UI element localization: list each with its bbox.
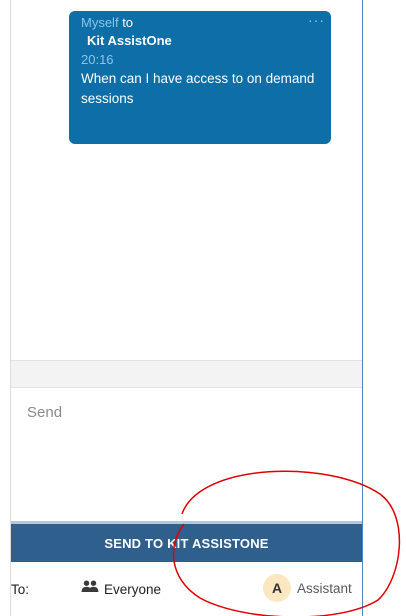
recipient-row: To: Everyone A Assistant (11, 562, 362, 616)
message-bubble[interactable]: Myself to Kit AssistOne 20:16 When can I… (69, 11, 331, 144)
recipient-everyone[interactable]: Everyone (81, 580, 161, 598)
everyone-label: Everyone (104, 581, 162, 597)
send-button[interactable]: SEND TO KIT ASSISTONE (11, 524, 362, 562)
message-list: Myself to Kit AssistOne 20:16 When can I… (11, 0, 362, 360)
message-header: Myself to (81, 14, 133, 32)
message-text: When can I have access to on demand sess… (81, 71, 315, 106)
message-sender: Myself (81, 15, 119, 30)
message-input[interactable] (11, 388, 362, 521)
composer-divider (11, 360, 362, 388)
recipient-assistant[interactable]: A Assistant (263, 574, 352, 602)
send-bar: SEND TO KIT ASSISTONE (11, 521, 362, 562)
users-icon (81, 580, 99, 598)
to-label: To: (11, 582, 30, 597)
message-recipient: Kit AssistOne (87, 33, 172, 48)
assistant-avatar: A (263, 574, 291, 602)
assistant-label: Assistant (297, 580, 352, 596)
message-to-word: to (122, 15, 134, 30)
message-time: 20:16 (81, 52, 114, 67)
chat-panel: Myself to Kit AssistOne 20:16 When can I… (10, 0, 363, 616)
more-dots-icon[interactable]: ··· (308, 13, 325, 27)
